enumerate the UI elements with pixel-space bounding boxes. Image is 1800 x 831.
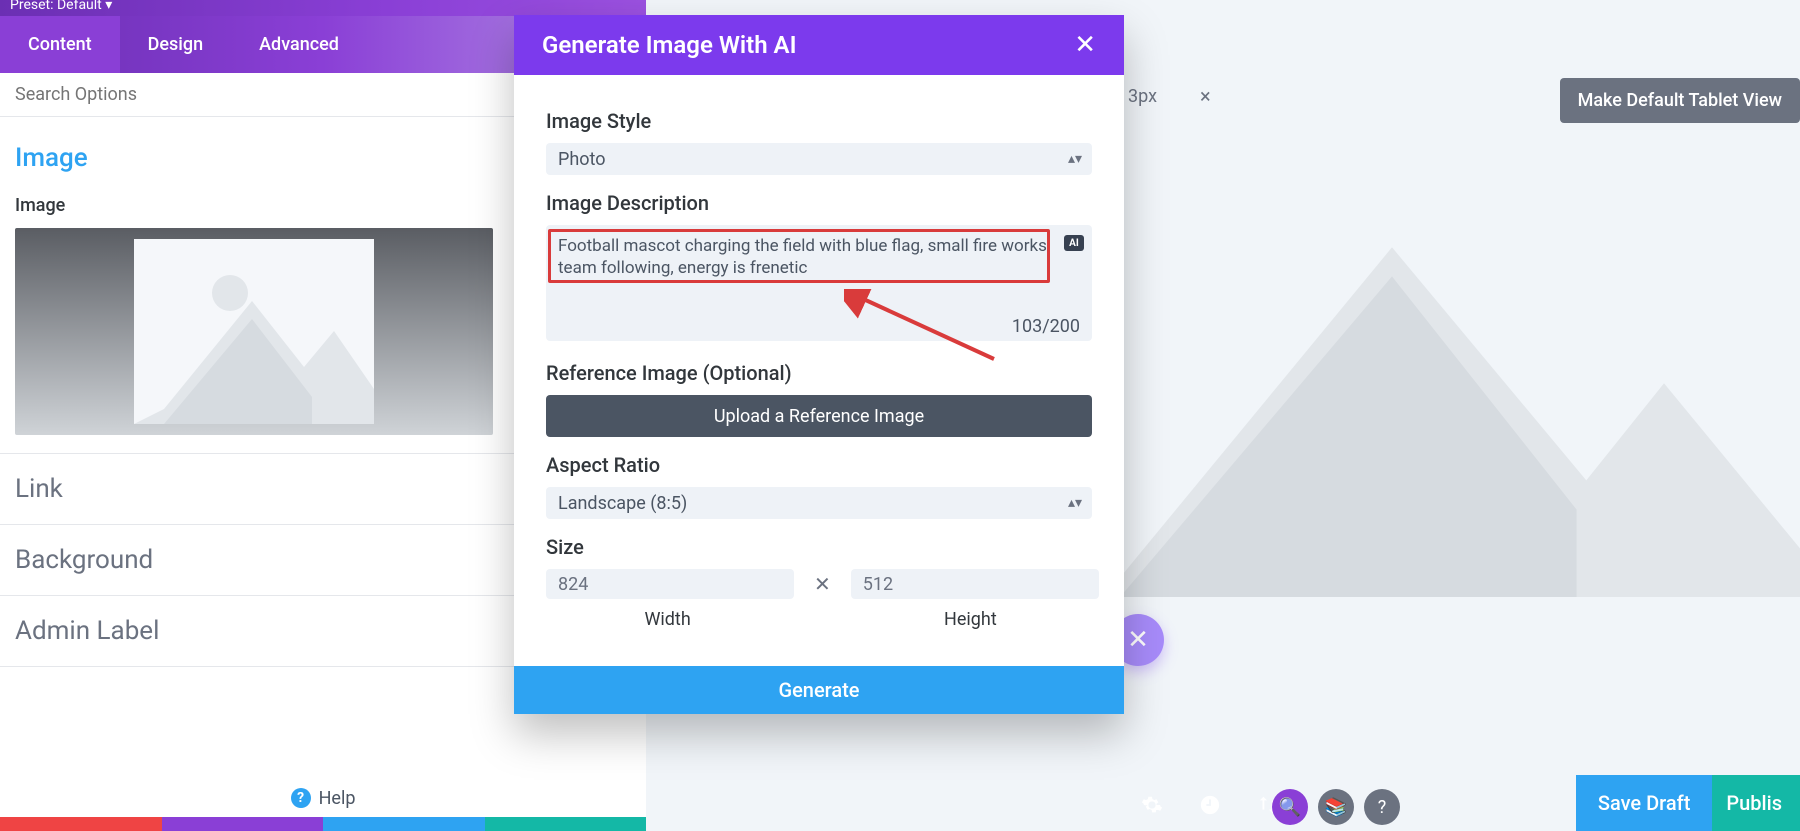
preset-dropdown[interactable]: Preset: Default ▾ xyxy=(0,0,646,16)
close-icon: ✕ xyxy=(1127,625,1149,655)
image-placeholder-icon xyxy=(134,239,374,424)
publish-button[interactable]: Publis xyxy=(1712,775,1800,831)
modal-title: Generate Image With AI xyxy=(542,31,796,59)
description-char-count: 103/200 xyxy=(1012,316,1080,337)
image-description-input[interactable] xyxy=(546,225,1092,341)
save-draft-button[interactable]: Save Draft xyxy=(1576,775,1713,831)
modal-header: Generate Image With AI ✕ xyxy=(514,15,1124,75)
close-icon: ✕ xyxy=(1074,30,1096,60)
chevron-updown-icon: ▴▾ xyxy=(1068,152,1082,166)
modal-close-button[interactable]: ✕ xyxy=(1074,30,1096,60)
help-link[interactable]: ? Help xyxy=(0,779,646,817)
aspect-ratio-select[interactable]: Landscape (8:5) ▴▾ xyxy=(546,487,1092,519)
make-default-tablet-view-button[interactable]: Make Default Tablet View xyxy=(1560,78,1800,123)
help-tooltip-icon[interactable]: ? xyxy=(1364,789,1400,825)
settings-gear-icon[interactable] xyxy=(1138,791,1166,819)
builder-bottom-toolbar xyxy=(1138,787,1282,823)
width-sublabel: Width xyxy=(546,609,789,630)
help-label: Help xyxy=(319,788,356,809)
footer-redo-button[interactable] xyxy=(323,817,485,831)
modal-body: Image Style Photo ▴▾ Image Description A… xyxy=(514,75,1124,638)
upload-reference-image-button[interactable]: Upload a Reference Image xyxy=(546,395,1092,437)
size-label: Size xyxy=(546,535,1092,559)
panel-footer-actions xyxy=(0,817,646,831)
save-publish-bar: Save Draft Publis xyxy=(1576,775,1800,831)
help-icon: ? xyxy=(291,788,311,808)
footer-save-button[interactable] xyxy=(485,817,647,831)
breakpoint-secondary-input[interactable] xyxy=(1214,78,1302,114)
footer-discard-button[interactable] xyxy=(0,817,162,831)
footer-undo-button[interactable] xyxy=(162,817,324,831)
preset-label: Preset: Default ▾ xyxy=(10,0,112,10)
image-upload-thumb[interactable] xyxy=(15,228,493,435)
canvas-image-placeholder xyxy=(1120,194,1800,592)
image-style-value: Photo xyxy=(558,149,606,170)
image-style-select[interactable]: Photo ▴▾ xyxy=(546,143,1092,175)
image-style-label: Image Style xyxy=(546,109,1092,133)
height-input[interactable] xyxy=(851,569,1099,599)
breakpoint-px-value[interactable]: 3px xyxy=(1124,78,1212,114)
size-labels-row: Width Height xyxy=(546,609,1092,630)
reference-image-label: Reference Image (Optional) xyxy=(546,361,1092,385)
width-input[interactable] xyxy=(546,569,794,599)
tab-design[interactable]: Design xyxy=(120,16,231,73)
chevron-updown-icon: ▴▾ xyxy=(1068,496,1082,510)
aspect-ratio-label: Aspect Ratio xyxy=(546,453,1092,477)
image-description-label: Image Description xyxy=(546,191,1092,215)
tab-content[interactable]: Content xyxy=(0,16,120,73)
tab-advanced[interactable]: Advanced xyxy=(231,16,367,73)
clear-breakpoint-icon[interactable]: × xyxy=(1200,84,1211,108)
height-sublabel: Height xyxy=(849,609,1092,630)
generate-button[interactable]: Generate xyxy=(514,666,1124,714)
generate-image-ai-modal: Generate Image With AI ✕ Image Style Pho… xyxy=(514,15,1124,714)
ai-assist-badge[interactable]: AI xyxy=(1064,235,1084,251)
history-clock-icon[interactable] xyxy=(1196,791,1224,819)
image-description-wrapper: AI 103/200 xyxy=(546,225,1092,345)
viewport-tools: 🔍 📚 ? xyxy=(1272,789,1400,825)
layers-icon[interactable]: 📚 xyxy=(1318,789,1354,825)
aspect-ratio-value: Landscape (8:5) xyxy=(558,493,687,514)
zoom-search-icon[interactable]: 🔍 xyxy=(1272,789,1308,825)
size-inputs-row: ✕ xyxy=(546,569,1092,599)
times-icon: ✕ xyxy=(814,572,831,596)
